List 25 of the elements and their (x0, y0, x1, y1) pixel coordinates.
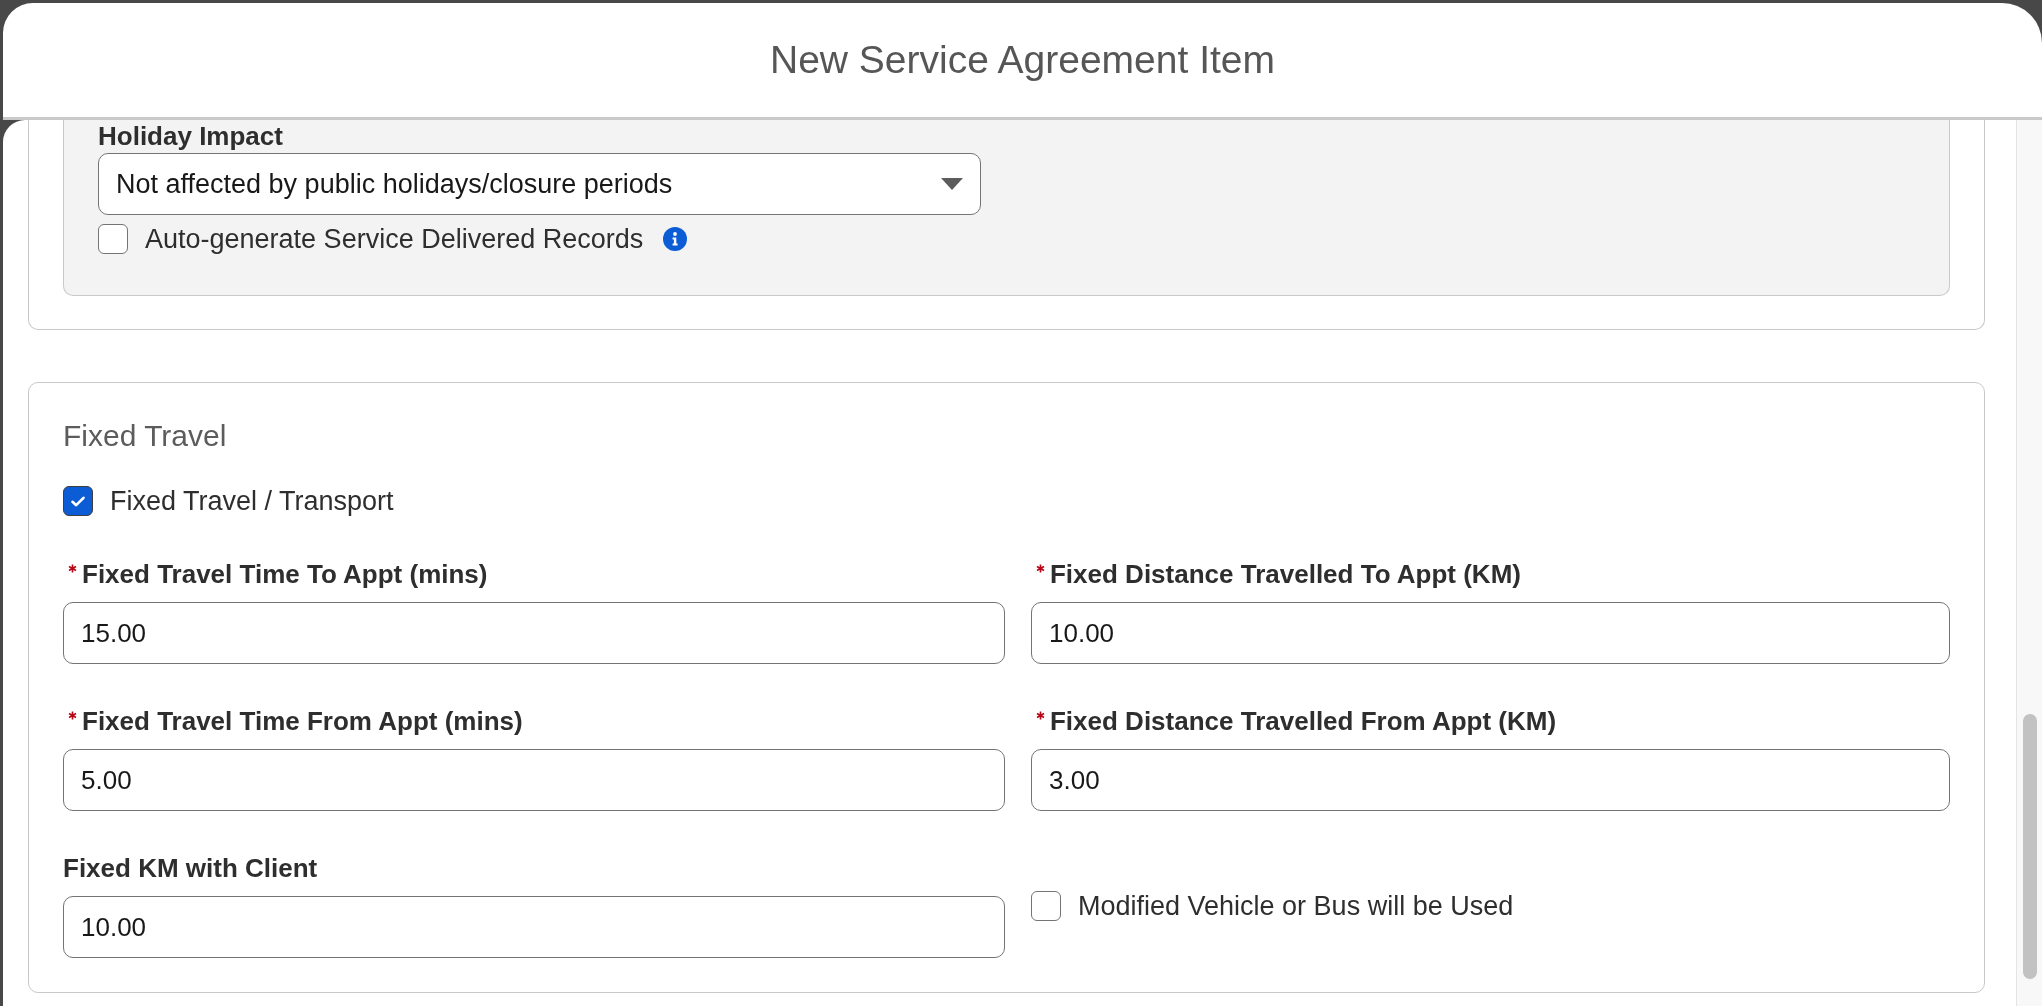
checkbox-label[interactable]: Fixed Travel / Transport (110, 485, 394, 517)
caret-down-icon (941, 178, 964, 190)
checkbox-label[interactable]: Auto-generate Service Delivered Records (145, 223, 644, 255)
input-field[interactable]: 10.00 (63, 896, 1005, 958)
field-label: Fixed Distance Travelled To Appt (KM) (1050, 559, 1521, 589)
section-title: Fixed Travel (63, 418, 228, 454)
scrollbar-thumb[interactable] (2022, 714, 2037, 979)
dialog-title: New Service Agreement Item (769, 37, 1275, 83)
checkbox-label[interactable]: Modified Vehicle or Bus will be Used (1078, 889, 1514, 922)
info-icon[interactable] (663, 227, 688, 251)
field-label: Fixed KM with Client (63, 853, 318, 883)
field-label: Fixed Travel Time To Appt (mins) (82, 559, 488, 589)
input-field[interactable]: 10.00 (1031, 602, 1950, 664)
scrollbar-track[interactable] (2016, 120, 2042, 1006)
input-field[interactable]: 15.00 (63, 602, 1005, 664)
field-label: Holiday Impact (98, 121, 283, 151)
checkbox[interactable] (63, 486, 93, 516)
checkmark-icon (71, 495, 85, 507)
checkbox[interactable] (98, 224, 128, 254)
checkbox[interactable] (1031, 890, 1061, 921)
input-field[interactable]: 3.00 (1031, 749, 1950, 811)
field-label: Fixed Travel Time From Appt (mins) (82, 706, 523, 736)
dropdown-field[interactable]: Not affected by public holidays/closure periods (98, 153, 982, 215)
field-label: Fixed Distance Travelled From Appt (KM) (1050, 706, 1557, 736)
input-field[interactable]: 5.00 (63, 749, 1005, 811)
